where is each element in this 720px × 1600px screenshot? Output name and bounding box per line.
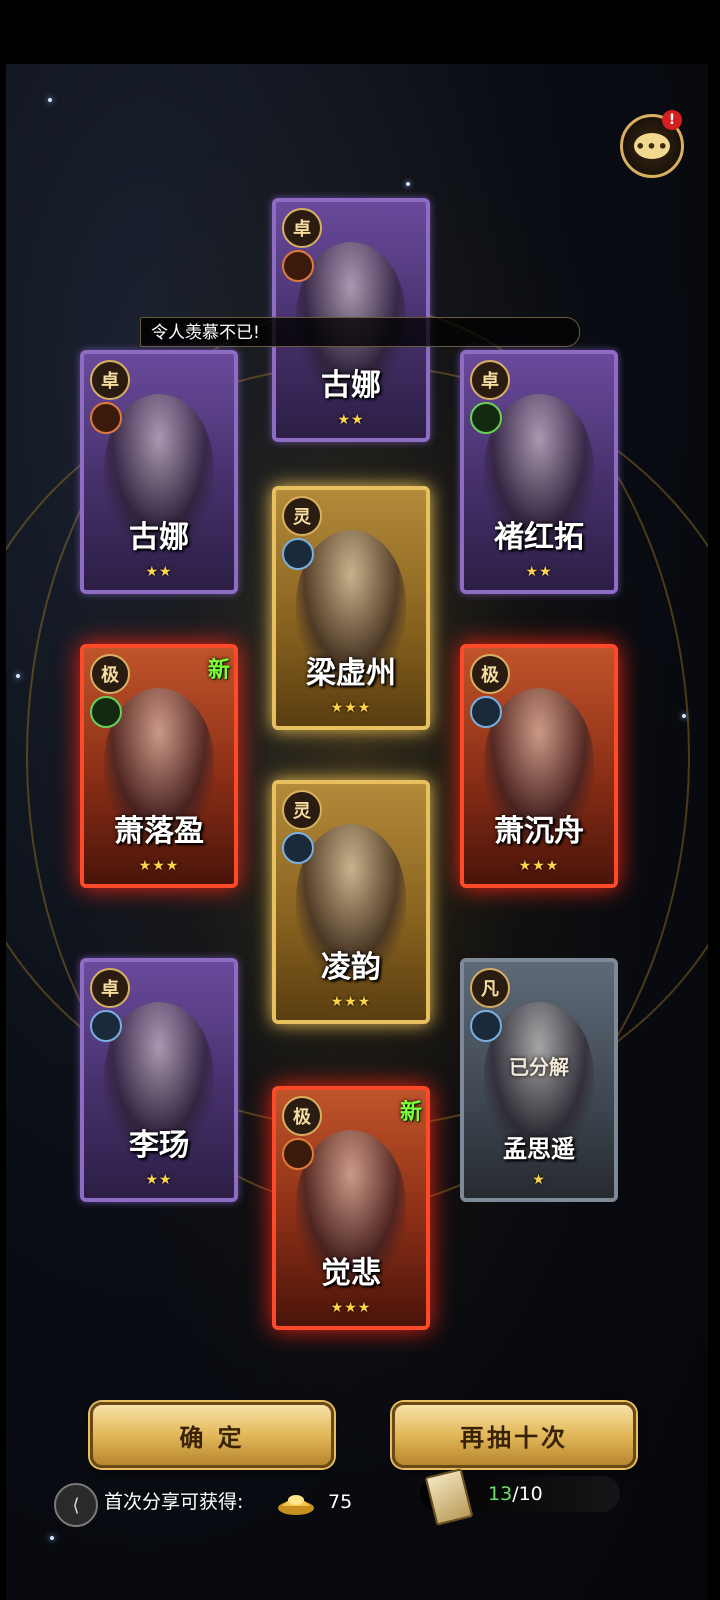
star-sparkle bbox=[48, 98, 52, 102]
star-sparkle bbox=[682, 714, 686, 718]
rank-badge: 卓 bbox=[282, 208, 322, 248]
ticket-total: /10 bbox=[512, 1483, 543, 1505]
hero-card[interactable]: 卓 古娜 ★★ bbox=[80, 350, 238, 594]
hero-stars: ★★★ bbox=[138, 858, 180, 874]
broadcast-message: 令人羡慕不已! bbox=[140, 317, 580, 347]
element-wood-icon bbox=[470, 402, 502, 434]
element-wood-icon bbox=[90, 696, 122, 728]
hero-card[interactable]: 凡 已分解 孟思遥 ★ bbox=[460, 958, 618, 1202]
element-water-icon bbox=[470, 696, 502, 728]
hero-stars: ★★ bbox=[145, 564, 173, 580]
hero-card[interactable]: 卓 李玚 ★★ bbox=[80, 958, 238, 1202]
hero-name: 孟思遥 bbox=[503, 1134, 575, 1163]
hero-stars: ★★★ bbox=[330, 994, 372, 1010]
hero-card[interactable]: 卓 褚红拓 ★★ bbox=[460, 350, 618, 594]
rank-badge: 灵 bbox=[282, 496, 322, 536]
status-bar bbox=[0, 0, 720, 64]
share-reward-label: 首次分享可获得: bbox=[104, 1491, 244, 1513]
hero-card[interactable]: 极 新 觉悲 ★★★ bbox=[272, 1086, 430, 1330]
hero-name: 梁虚州 bbox=[306, 656, 396, 691]
rank-badge: 极 bbox=[282, 1096, 322, 1136]
rank-badge: 卓 bbox=[90, 968, 130, 1008]
hero-card[interactable]: 灵 凌韵 ★★★ bbox=[272, 780, 430, 1024]
hero-name: 萧沉舟 bbox=[494, 814, 584, 849]
element-water-icon bbox=[282, 538, 314, 570]
hero-stars: ★★★ bbox=[518, 858, 560, 874]
star-sparkle bbox=[16, 674, 20, 678]
rank-badge: 灵 bbox=[282, 790, 322, 830]
new-tag: 新 bbox=[207, 657, 230, 683]
element-water-icon bbox=[470, 1010, 502, 1042]
draw-ten-again-button[interactable]: 再抽十次 bbox=[392, 1402, 636, 1468]
notification-badge: ! bbox=[662, 110, 682, 130]
hero-card[interactable]: 极 萧沉舟 ★★★ bbox=[460, 644, 618, 888]
element-fire-icon bbox=[90, 402, 122, 434]
hero-stars: ★ bbox=[532, 1172, 546, 1188]
new-tag: 新 bbox=[399, 1099, 422, 1125]
hero-name: 古娜 bbox=[129, 520, 189, 555]
hero-name: 萧落盈 bbox=[114, 814, 204, 849]
confirm-button[interactable]: 确 定 bbox=[90, 1402, 334, 1468]
star-sparkle bbox=[50, 1536, 54, 1540]
dismantled-label: 已分解 bbox=[509, 1055, 569, 1079]
rank-badge: 极 bbox=[470, 654, 510, 694]
hero-stars: ★★ bbox=[145, 1172, 173, 1188]
element-fire-icon bbox=[282, 250, 314, 282]
hero-stars: ★★★ bbox=[330, 1300, 372, 1316]
element-water-icon bbox=[282, 832, 314, 864]
hero-card[interactable]: 灵 梁虚州 ★★★ bbox=[272, 486, 430, 730]
share-icon[interactable]: ⟨ bbox=[54, 1483, 98, 1527]
rank-badge: 卓 bbox=[90, 360, 130, 400]
hero-name: 古娜 bbox=[321, 368, 381, 403]
rank-badge: 凡 bbox=[470, 968, 510, 1008]
ticket-count: 13/10 bbox=[488, 1480, 543, 1508]
star-sparkle bbox=[406, 182, 410, 186]
hero-name: 褚红拓 bbox=[494, 520, 584, 555]
ticket-current: 13 bbox=[488, 1483, 513, 1505]
hero-name: 李玚 bbox=[129, 1128, 189, 1163]
hero-stars: ★★★ bbox=[330, 700, 372, 716]
share-reward-amount: 75 bbox=[328, 1491, 353, 1513]
hero-stars: ★★ bbox=[337, 412, 365, 428]
hero-name: 觉悲 bbox=[321, 1256, 381, 1291]
rank-badge: 极 bbox=[90, 654, 130, 694]
chat-bubble-icon: ••• bbox=[634, 133, 670, 159]
hero-card[interactable]: 极 新 萧落盈 ★★★ bbox=[80, 644, 238, 888]
element-fire-icon bbox=[282, 1138, 314, 1170]
element-water-icon bbox=[90, 1010, 122, 1042]
gold-ingot-icon bbox=[278, 1495, 314, 1515]
hero-name: 凌韵 bbox=[321, 950, 381, 985]
rank-badge: 卓 bbox=[470, 360, 510, 400]
hero-stars: ★★ bbox=[525, 564, 553, 580]
